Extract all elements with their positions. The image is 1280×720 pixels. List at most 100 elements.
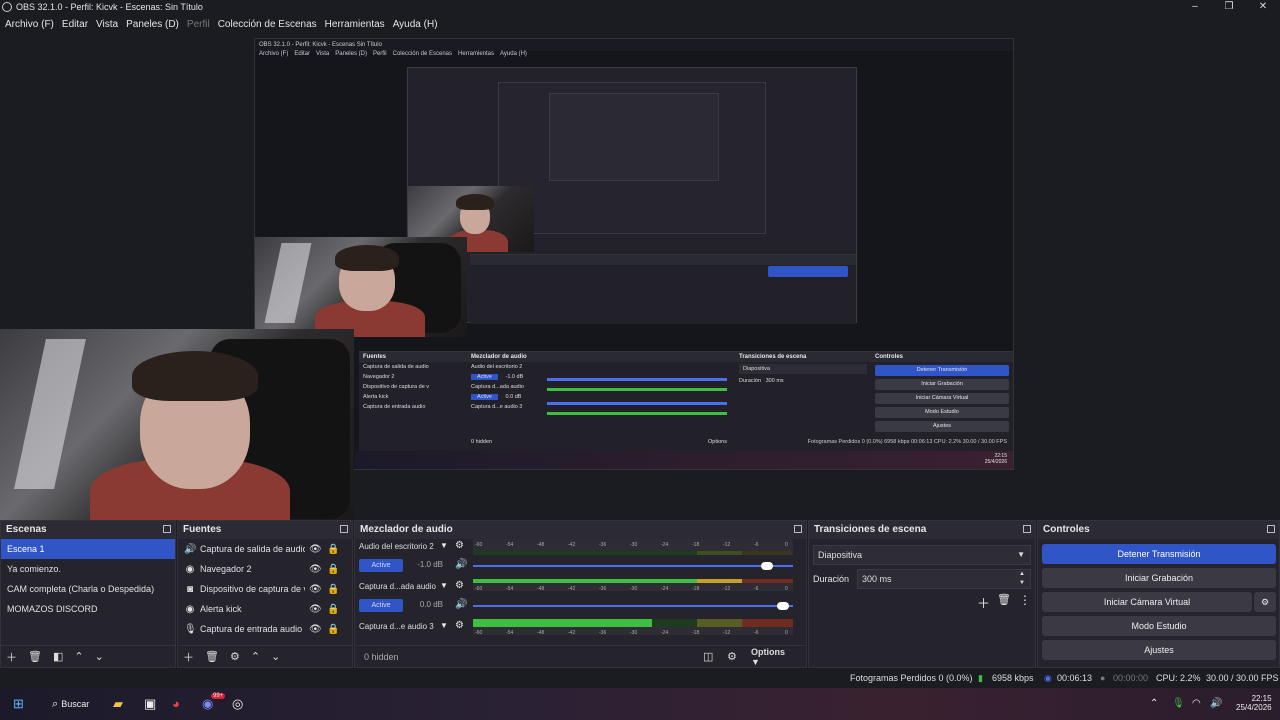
level-meter: [473, 619, 793, 627]
undock-icon[interactable]: [794, 525, 802, 533]
move-down-icon[interactable]: ⌄: [95, 650, 104, 663]
source-item[interactable]: 🔊 Captura de salida de audic 👁 🔒: [178, 539, 352, 559]
chevron-down-icon[interactable]: ▼: [440, 541, 448, 550]
speaker-icon[interactable]: 🔊: [455, 559, 467, 570]
menu-paneles[interactable]: Paneles (D): [126, 19, 179, 30]
close-button[interactable]: ✕: [1246, 0, 1280, 14]
visibility-icon[interactable]: 👁: [309, 624, 322, 635]
source-properties-icon[interactable]: ⚙: [230, 650, 240, 663]
minimize-button[interactable]: –: [1178, 0, 1212, 14]
active-button[interactable]: Active: [359, 559, 403, 572]
microphone-icon[interactable]: 🎙: [1172, 698, 1185, 709]
volume-slider[interactable]: [473, 562, 793, 570]
spinner-icon[interactable]: ▲ ▼: [1019, 570, 1025, 588]
menu-archivo[interactable]: Archivo (F): [5, 19, 54, 30]
transition-select[interactable]: Diapositiva ▼: [813, 545, 1031, 565]
undock-icon[interactable]: [163, 525, 171, 533]
menu-ayuda[interactable]: Ayuda (H): [393, 19, 438, 30]
nested-webcam-medium: [255, 237, 467, 337]
meter-tick: -54: [506, 630, 514, 636]
wifi-icon[interactable]: ◠: [1192, 698, 1201, 709]
virtual-camera-settings-icon[interactable]: ⚙: [1254, 592, 1276, 612]
start-icon[interactable]: ⊞: [13, 696, 24, 712]
move-up-icon[interactable]: ⌃: [251, 650, 260, 663]
stop-stream-button[interactable]: Detener Transmisión: [1042, 544, 1276, 564]
visibility-icon[interactable]: 👁: [309, 584, 322, 595]
options-button[interactable]: Options ▼: [751, 647, 796, 667]
scene-item[interactable]: CAM completa (Charla o Despedida): [1, 579, 175, 599]
duration-input[interactable]: 300 ms ▲ ▼: [857, 569, 1031, 589]
undock-icon[interactable]: [1023, 525, 1031, 533]
file-explorer-icon[interactable]: ▰: [113, 696, 123, 712]
volume-icon[interactable]: 🔊: [1210, 698, 1222, 709]
add-source-icon[interactable]: ＋: [183, 649, 194, 665]
channel-settings-icon[interactable]: ⚙: [455, 620, 464, 631]
settings-button[interactable]: Ajustes: [1042, 640, 1276, 660]
chevron-down-icon[interactable]: ▼: [440, 621, 448, 630]
visibility-icon[interactable]: 👁: [309, 564, 322, 575]
scene-item[interactable]: Escena 1: [1, 539, 175, 559]
studio-mode-button[interactable]: Modo Estudio: [1042, 616, 1276, 636]
menu-vista[interactable]: Vista: [96, 19, 118, 30]
layout-icon[interactable]: ◫: [703, 650, 713, 663]
source-item[interactable]: ◙ Dispositivo de captura de v 👁 🔒: [178, 579, 352, 599]
meter-red: [741, 551, 793, 555]
mixer-settings-icon[interactable]: ⚙: [727, 650, 737, 663]
filters-icon[interactable]: ◧: [53, 650, 63, 663]
stream-time: 00:06:13: [1057, 673, 1093, 683]
meter-tick: -48: [537, 630, 545, 636]
mixer-channel: Audio del escritorio 2 ▼ ⚙ -60 -54 -48 -42-…: [355, 539, 806, 579]
volume-knob[interactable]: [777, 602, 790, 610]
maximize-button[interactable]: ❐: [1212, 0, 1246, 14]
volume-knob[interactable]: [761, 562, 774, 570]
chrome-icon[interactable]: ◕: [172, 696, 180, 711]
active-button[interactable]: Active: [359, 599, 403, 612]
start-recording-button[interactable]: Iniciar Grabación: [1042, 568, 1276, 588]
menu-perfil[interactable]: Perfil: [187, 19, 210, 30]
add-scene-icon[interactable]: ＋: [6, 649, 17, 665]
lock-icon[interactable]: 🔒: [327, 584, 339, 595]
source-item[interactable]: ◉ Alerta kick 👁 🔒: [178, 599, 352, 619]
clock[interactable]: 22:15 25/4/2026: [1236, 694, 1272, 712]
source-item[interactable]: 🎙 Captura de entrada audio 👁 🔒: [178, 619, 352, 639]
chevron-down-icon[interactable]: ▼: [440, 581, 448, 590]
preview-canvas[interactable]: OBS 32.1.0 - Perfil: Kicvk - Escenas Sin…: [0, 34, 1280, 524]
speaker-icon[interactable]: 🔊: [455, 599, 467, 610]
lock-icon[interactable]: 🔒: [327, 544, 339, 555]
obs-taskbar-icon[interactable]: ◎: [232, 696, 243, 712]
volume-slider[interactable]: [473, 602, 793, 610]
app-icon[interactable]: ▣: [144, 696, 156, 712]
remove-scene-icon[interactable]: 🗑: [28, 650, 42, 663]
menu-herramientas[interactable]: Herramientas: [325, 19, 385, 30]
menu-coleccion[interactable]: Colección de Escenas: [218, 19, 317, 30]
visibility-icon[interactable]: 👁: [309, 544, 322, 555]
add-transition-icon[interactable]: ＋: [977, 593, 990, 612]
move-down-icon[interactable]: ⌄: [271, 650, 280, 663]
lock-icon[interactable]: 🔒: [327, 624, 339, 635]
meter-green: [473, 619, 653, 627]
channel-settings-icon[interactable]: ⚙: [455, 580, 464, 591]
undock-icon[interactable]: [340, 525, 348, 533]
transitions-dock: Transiciones de escena Diapositiva ▼ Dura…: [808, 520, 1036, 668]
chevron-up-icon[interactable]: ⌃: [1150, 698, 1158, 709]
sources-header: Fuentes: [178, 521, 352, 539]
visibility-icon[interactable]: 👁: [309, 604, 322, 615]
remove-transition-icon[interactable]: 🗑: [997, 593, 1011, 606]
undock-icon[interactable]: [1267, 525, 1275, 533]
source-item[interactable]: ◉ Navegador 2 👁 🔒: [178, 559, 352, 579]
nested-controls-dock: Controles Detener Transmisión Iniciar Gr…: [871, 351, 1013, 451]
more-options-icon[interactable]: ⋮: [1019, 593, 1031, 607]
transitions-header: Transiciones de escena: [809, 521, 1035, 539]
menu-editar[interactable]: Editar: [62, 19, 88, 30]
start-virtual-camera-button[interactable]: Iniciar Cámara Virtual: [1042, 592, 1252, 612]
lock-icon[interactable]: 🔒: [327, 564, 339, 575]
search-button[interactable]: ⌕ Buscar: [52, 698, 89, 711]
scene-item[interactable]: Ya comienzo.: [1, 559, 175, 579]
mixer-toolbar: 0 hidden ◫ ⚙ Options ▼: [355, 645, 806, 667]
lock-icon[interactable]: 🔒: [327, 604, 339, 615]
move-up-icon[interactable]: ⌃: [74, 650, 83, 663]
remove-source-icon[interactable]: 🗑: [205, 650, 219, 663]
meter-tick: -60: [475, 542, 483, 548]
scene-item[interactable]: MOMAZOS DISCORD: [1, 599, 175, 619]
channel-settings-icon[interactable]: ⚙: [455, 540, 464, 551]
